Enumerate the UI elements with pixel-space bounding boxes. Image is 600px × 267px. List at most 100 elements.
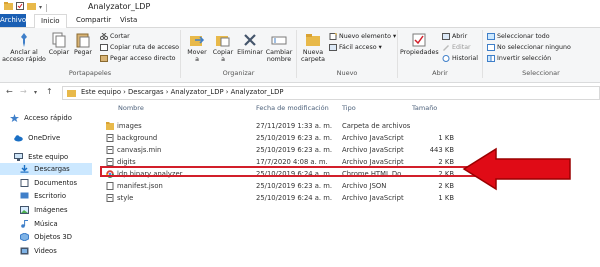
js-file-icon xyxy=(106,194,114,202)
customize-quick-access-icon[interactable]: ▾ xyxy=(39,4,42,11)
cortar-button[interactable]: Cortar xyxy=(99,32,130,41)
copiar-ruta-button[interactable]: Copiar ruta de acceso xyxy=(100,44,179,51)
back-icon[interactable]: ← xyxy=(6,87,13,96)
sidebar-item-escritorio[interactable]: Escritorio xyxy=(20,190,66,202)
computer-icon xyxy=(14,153,23,161)
recent-locations-icon[interactable]: ▾ xyxy=(34,89,37,96)
group-abrir: Propiedades Abrir Editar Historial Abrir xyxy=(398,30,483,78)
cell-date: 27/11/2019 1:33 a. m. xyxy=(256,122,333,130)
column-header-name[interactable]: Nombre xyxy=(118,101,144,115)
editar-button[interactable]: Editar xyxy=(442,44,471,51)
table-row[interactable]: style 25/10/2019 6:24 a. m. Archivo JavaSc… xyxy=(102,193,562,204)
edit-icon xyxy=(442,44,450,51)
rename-icon xyxy=(271,32,287,48)
cell-date: 25/10/2019 6:23 a. m. xyxy=(256,146,333,154)
table-row[interactable]: images 27/11/2019 1:33 a. m. Carpeta de ar… xyxy=(102,121,562,132)
cube-icon xyxy=(20,232,29,242)
column-header-size[interactable]: Tamaño xyxy=(412,101,437,115)
sidebar-item-acceso-rapido[interactable]: Acceso rápido xyxy=(10,112,72,124)
separator: | xyxy=(45,2,48,12)
abrir-button[interactable]: Abrir xyxy=(442,33,467,40)
propiedades-button[interactable]: Propiedades xyxy=(400,32,439,56)
video-icon xyxy=(20,247,29,255)
tab-vista[interactable]: Vista xyxy=(114,14,143,27)
address-input[interactable]: Este equipo › Descargas › Analyzator_LDP… xyxy=(62,86,600,100)
window-title: Analyzator_LDP xyxy=(88,2,151,11)
scissors-icon xyxy=(99,32,109,41)
mover-button[interactable]: Mover a xyxy=(185,32,209,63)
js-file-icon xyxy=(106,146,114,154)
download-icon xyxy=(20,165,29,173)
json-file-icon xyxy=(106,182,114,190)
cell-size: 443 KB xyxy=(429,146,454,154)
column-header-date[interactable]: Fecha de modificación xyxy=(256,101,329,115)
sidebar-item-descargas[interactable]: Descargas xyxy=(0,163,92,175)
nueva-carpeta-button[interactable]: Nueva carpeta xyxy=(299,32,327,63)
facil-acceso-button[interactable]: Fácil acceso ▾ xyxy=(329,44,382,51)
seleccionar-todo-button[interactable]: Seleccionar todo xyxy=(487,33,550,40)
cell-name: manifest.json xyxy=(106,181,163,192)
breadcrumb[interactable]: Este equipo › Descargas › Analyzator_LDP… xyxy=(81,88,283,96)
seleccionar-ninguno-button[interactable]: No seleccionar ninguno xyxy=(487,44,571,51)
sidebar-item-documentos[interactable]: Documentos xyxy=(20,177,77,189)
cell-name: background xyxy=(106,133,157,144)
forward-icon[interactable]: → xyxy=(20,87,27,96)
table-row[interactable]: background 25/10/2019 6:23 a. m. Archivo J… xyxy=(102,133,562,144)
group-portapapeles: Anclar al acceso rápido Copiar Pegar Cor… xyxy=(0,30,181,78)
eliminar-button[interactable]: Eliminar xyxy=(237,32,263,56)
properties-icon[interactable] xyxy=(16,2,24,12)
cell-date: 25/10/2019 6:23 a. m. xyxy=(256,134,333,142)
cell-date: 25/10/2019 6:24 a. m. xyxy=(256,194,333,202)
title-bar: ▾ | Analyzator_LDP xyxy=(0,0,600,14)
group-label: Organizar xyxy=(222,69,255,77)
folder-icon xyxy=(106,122,114,130)
sidebar-item-imagenes[interactable]: Imágenes xyxy=(20,204,68,216)
paste-shortcut-icon xyxy=(100,55,108,62)
tab-compartir[interactable]: Compartir xyxy=(70,14,117,27)
copiar-a-button[interactable]: Copiar a xyxy=(211,32,235,63)
properties-icon xyxy=(411,32,427,48)
group-label: Abrir xyxy=(432,69,448,77)
tab-archivo[interactable]: Archivo xyxy=(0,14,26,27)
open-icon xyxy=(442,33,450,40)
anclar-button[interactable]: Anclar al acceso rápido xyxy=(2,32,46,63)
invert-selection-icon xyxy=(487,55,495,62)
group-label: Seleccionar xyxy=(522,69,560,77)
cell-date: 25/10/2019 6:23 a. m. xyxy=(256,182,333,190)
chevron-down-icon: ▾ xyxy=(378,44,382,51)
cell-type: Archivo JavaScript xyxy=(342,146,404,154)
historial-button[interactable]: Historial xyxy=(442,55,478,62)
group-nuevo: Nueva carpeta Nuevo elemento ▾ Fácil acc… xyxy=(297,30,398,78)
nuevo-elemento-button[interactable]: Nuevo elemento ▾ xyxy=(329,32,396,40)
tab-inicio[interactable]: Inicio xyxy=(34,14,67,28)
copy-to-icon xyxy=(215,32,231,48)
up-icon[interactable]: ↑ xyxy=(46,87,53,96)
sidebar-item-este-equipo[interactable]: Este equipo xyxy=(14,151,68,163)
group-organizar: Mover a Copiar a Eliminar Cambiar nombre… xyxy=(181,30,297,78)
paste-icon xyxy=(75,32,91,48)
new-folder-icon xyxy=(305,32,321,48)
copy-path-icon xyxy=(100,44,108,51)
sidebar-item-musica[interactable]: Música xyxy=(20,218,58,230)
sidebar-item-objetos-3d[interactable]: Objetos 3D xyxy=(20,231,72,243)
navigation-pane: Acceso rápido OneDrive Este equipo Desca… xyxy=(0,108,92,267)
address-bar-row: ← → ▾ ↑ Este equipo › Descargas › Analyz… xyxy=(0,84,600,100)
column-header-type[interactable]: Tipo xyxy=(342,101,356,115)
sidebar-item-onedrive[interactable]: OneDrive xyxy=(14,132,60,144)
group-seleccionar: Seleccionar todo No seleccionar ninguno … xyxy=(483,30,599,78)
copiar-button[interactable]: Copiar xyxy=(48,32,70,56)
cell-type: Archivo JavaScript xyxy=(342,194,404,202)
new-folder-icon[interactable] xyxy=(27,2,36,12)
cell-size: 1 KB xyxy=(438,134,454,142)
invertir-seleccion-button[interactable]: Invertir selección xyxy=(487,55,551,62)
js-file-icon xyxy=(106,134,114,142)
move-to-icon xyxy=(189,32,205,48)
cambiar-nombre-button[interactable]: Cambiar nombre xyxy=(265,32,293,63)
star-icon xyxy=(10,114,19,122)
easy-access-icon xyxy=(329,44,337,51)
cell-type: Carpeta de archivos xyxy=(342,122,411,130)
pegar-button[interactable]: Pegar xyxy=(72,32,94,56)
quick-access-toolbar: ▾ | xyxy=(4,2,48,12)
pegar-acceso-button[interactable]: Pegar acceso directo xyxy=(100,55,176,62)
sidebar-item-videos[interactable]: Videos xyxy=(20,245,57,257)
